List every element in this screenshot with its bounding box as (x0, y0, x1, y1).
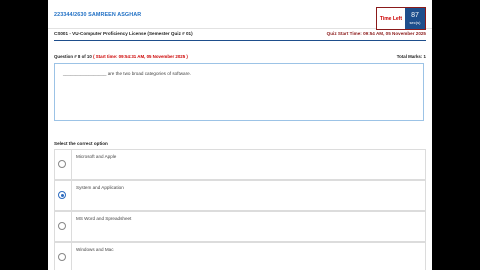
question-text: _________________ are the two broad cate… (63, 71, 191, 76)
option-radio-3[interactable] (58, 222, 66, 230)
time-left-counter: 87 sec(s) (405, 8, 425, 29)
course-divider (54, 40, 426, 41)
option-row-4[interactable]: Windows and Mac (54, 242, 426, 270)
quiz-start-time: Quiz Start Time: 09:54 AM, 05 November 2… (326, 31, 426, 36)
question-box: _________________ are the two broad cate… (54, 63, 424, 121)
quiz-page: 223344/2630 SAMREEN ASGHAR Time Left 87 … (48, 0, 432, 270)
option-label-1: Microsoft and Apple (76, 154, 117, 159)
radio-cell (55, 150, 72, 179)
question-number: Question # 8 of 10 (54, 54, 92, 59)
course-title: CS001 - VU-Computer Proficiency License … (54, 31, 193, 36)
student-id-name: 223344/2630 SAMREEN ASGHAR (54, 12, 142, 18)
option-radio-4[interactable] (58, 253, 66, 261)
option-label-3: MS Word and Spreadsheet (76, 216, 132, 221)
time-left-unit: sec(s) (409, 20, 421, 25)
radio-cell (55, 243, 72, 270)
question-start-time: ( Start time: 09:54:31 AM, 05 November 2… (93, 54, 188, 59)
option-label-4: Windows and Mac (76, 247, 114, 252)
select-option-label: Select the correct option (54, 141, 108, 146)
option-row-2[interactable]: System and Application (54, 180, 426, 211)
option-label-2: System and Application (76, 185, 124, 190)
time-left-value: 87 (411, 12, 419, 19)
option-row-1[interactable]: Microsoft and Apple (54, 149, 426, 180)
option-radio-1[interactable] (58, 160, 66, 168)
quiz-header: 223344/2630 SAMREEN ASGHAR Time Left 87 … (48, 0, 432, 30)
total-marks: Total Marks: 1 (396, 54, 426, 59)
question-number-line: Question # 8 of 10 ( Start time: 09:54:3… (54, 54, 188, 59)
radio-cell (55, 212, 72, 241)
time-left-label: Time Left (376, 8, 405, 29)
options-list: Microsoft and Apple System and Applicati… (54, 149, 426, 270)
option-radio-2[interactable] (58, 191, 66, 199)
time-left-box: Time Left 87 sec(s) (375, 7, 426, 30)
radio-cell (55, 181, 72, 210)
option-row-3[interactable]: MS Word and Spreadsheet (54, 211, 426, 242)
